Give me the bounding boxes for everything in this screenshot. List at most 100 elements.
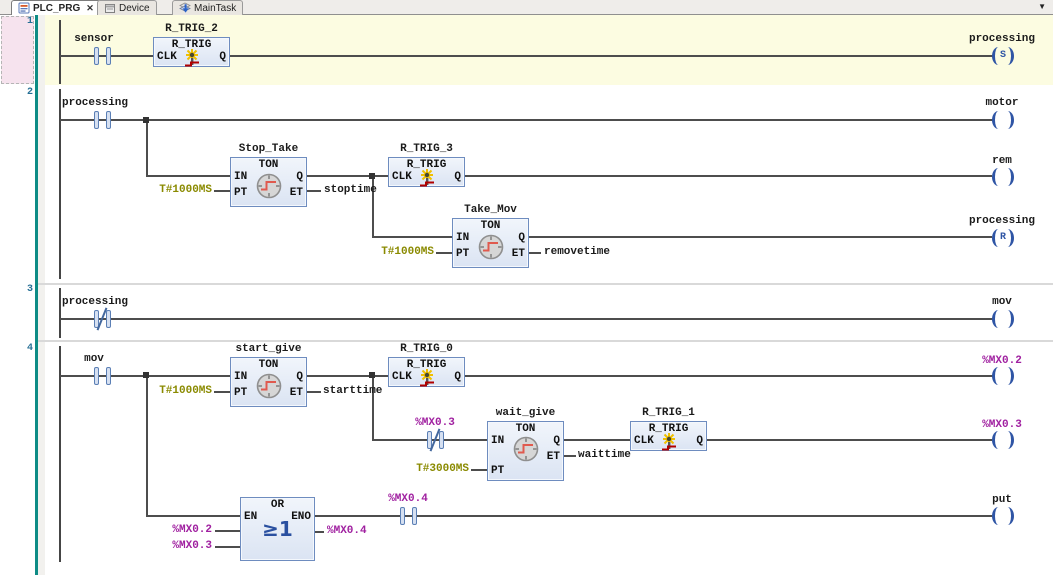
wire bbox=[214, 190, 230, 192]
wire bbox=[60, 119, 993, 121]
contact-bar bbox=[400, 507, 405, 525]
block-instance-name[interactable]: R_TRIG_3 bbox=[388, 143, 465, 155]
coil-label[interactable]: motor bbox=[952, 97, 1052, 109]
wire bbox=[146, 119, 148, 177]
coil-label[interactable]: mov bbox=[952, 296, 1052, 308]
time-literal[interactable]: T#1000MS bbox=[158, 385, 212, 397]
tab-overflow-button[interactable]: ▼ bbox=[1038, 2, 1046, 11]
tab-device[interactable]: Device bbox=[97, 0, 157, 15]
pin-in: IN bbox=[456, 232, 470, 244]
power-rail bbox=[59, 346, 61, 562]
wire bbox=[529, 236, 992, 238]
contact-label[interactable]: mov bbox=[62, 353, 126, 365]
et-variable[interactable]: waittime bbox=[578, 449, 638, 461]
timer-clock-icon bbox=[478, 234, 504, 260]
block-type-label: OR bbox=[270, 499, 285, 511]
et-variable[interactable]: removetime bbox=[544, 246, 619, 258]
contact-sensor[interactable] bbox=[94, 47, 111, 65]
rtrig-block-r-trig-0[interactable]: R_TRIG CLK Q bbox=[388, 357, 465, 387]
reset-coil-processing[interactable]: R bbox=[991, 229, 1015, 247]
block-instance-name[interactable]: start_give bbox=[230, 343, 307, 355]
or-input-2[interactable]: %MX0.3 bbox=[158, 540, 212, 552]
time-literal[interactable]: T#3000MS bbox=[415, 463, 469, 475]
block-instance-name[interactable]: Stop_Take bbox=[230, 143, 307, 155]
network-4-number[interactable]: 4 bbox=[0, 343, 33, 354]
coil-label[interactable]: %MX0.3 bbox=[952, 419, 1052, 431]
pin-q: Q bbox=[219, 51, 226, 63]
task-icon bbox=[179, 2, 191, 14]
contact-bar bbox=[94, 367, 99, 385]
coil-motor[interactable] bbox=[991, 111, 1015, 129]
wire bbox=[372, 236, 452, 238]
contact-label[interactable]: sensor bbox=[62, 33, 126, 45]
coil-arc bbox=[1001, 507, 1014, 525]
contact-label[interactable]: processing bbox=[62, 296, 128, 308]
rtrig-block-r-trig-3[interactable]: R_TRIG CLK Q bbox=[388, 157, 465, 187]
negated-contact-processing[interactable] bbox=[94, 307, 111, 331]
contact-mx0-4[interactable] bbox=[400, 507, 417, 525]
pin-q: Q bbox=[296, 171, 303, 183]
wire bbox=[471, 469, 487, 471]
contact-label[interactable]: %MX0.3 bbox=[400, 417, 470, 429]
coil-mx0-3[interactable] bbox=[991, 431, 1015, 449]
power-rail bbox=[59, 20, 61, 84]
power-rail bbox=[59, 89, 61, 279]
rtrig-block-r-trig-2[interactable]: R_TRIG CLK Q bbox=[153, 37, 230, 67]
tab-plc-prg[interactable]: PLC_PRG ✕ bbox=[11, 0, 101, 15]
coil-arc bbox=[1001, 367, 1014, 385]
block-instance-name[interactable]: R_TRIG_1 bbox=[630, 407, 707, 419]
block-instance-name[interactable]: Take_Mov bbox=[452, 204, 529, 216]
wire bbox=[60, 375, 993, 377]
tab-bar: PLC_PRG ✕ Device MainTask ▼ bbox=[0, 0, 1053, 15]
network-3-number[interactable]: 3 bbox=[0, 284, 33, 295]
wire bbox=[307, 391, 321, 393]
coil-mx0-2[interactable] bbox=[991, 367, 1015, 385]
coil-label[interactable]: processing bbox=[952, 215, 1052, 227]
tab-close-icon[interactable]: ✕ bbox=[86, 3, 94, 14]
block-instance-name[interactable]: wait_give bbox=[487, 407, 564, 419]
ton-block-start-give[interactable]: TON IN PT Q ET bbox=[230, 357, 307, 407]
et-variable[interactable]: starttime bbox=[323, 385, 388, 397]
block-instance-name[interactable]: R_TRIG_0 bbox=[388, 343, 465, 355]
gutter-strip bbox=[38, 15, 45, 575]
coil-label[interactable]: %MX0.2 bbox=[952, 355, 1052, 367]
set-coil-processing[interactable]: S bbox=[991, 47, 1015, 65]
wire bbox=[214, 391, 230, 393]
pin-et: ET bbox=[511, 248, 525, 260]
ton-block-stop-take[interactable]: TON IN PT Q ET bbox=[230, 157, 307, 207]
network-separator bbox=[38, 283, 1053, 285]
network-2-number[interactable]: 2 bbox=[0, 87, 33, 98]
ton-block-take-mov[interactable]: TON IN PT Q ET bbox=[452, 218, 529, 268]
or-block[interactable]: OR EN ENO ≥1 bbox=[240, 497, 315, 561]
negated-contact-mx0-3[interactable] bbox=[427, 428, 444, 452]
contact-mov[interactable] bbox=[94, 367, 111, 385]
contact-processing[interactable] bbox=[94, 111, 111, 129]
tab-maintask[interactable]: MainTask bbox=[172, 0, 244, 15]
rtrig-block-r-trig-1[interactable]: R_TRIG CLK Q bbox=[630, 421, 707, 451]
pin-in: IN bbox=[491, 435, 505, 447]
pin-in: IN bbox=[234, 171, 248, 183]
et-variable[interactable]: stoptime bbox=[324, 184, 388, 196]
coil-mov[interactable] bbox=[991, 310, 1015, 328]
coil-rem[interactable] bbox=[991, 168, 1015, 186]
coil-arc bbox=[1001, 310, 1014, 328]
power-rail bbox=[59, 288, 61, 338]
network-1-number[interactable]: 1 bbox=[0, 16, 33, 27]
or-output[interactable]: %MX0.4 bbox=[327, 525, 382, 537]
wire bbox=[564, 455, 576, 457]
coil-label[interactable]: put bbox=[952, 494, 1052, 506]
tab-label: PLC_PRG bbox=[33, 2, 81, 14]
ton-block-wait-give[interactable]: TON IN PT Q ET bbox=[487, 421, 564, 481]
coil-label[interactable]: rem bbox=[952, 155, 1052, 167]
contact-label[interactable]: %MX0.4 bbox=[373, 493, 443, 505]
contact-label[interactable]: processing bbox=[62, 97, 128, 109]
coil-put[interactable] bbox=[991, 507, 1015, 525]
block-instance-name[interactable]: R_TRIG_2 bbox=[153, 23, 230, 35]
timer-clock-icon bbox=[513, 436, 539, 462]
pin-pt: PT bbox=[234, 187, 248, 199]
time-literal[interactable]: T#1000MS bbox=[158, 184, 212, 196]
coil-label[interactable]: processing bbox=[952, 33, 1052, 45]
time-literal[interactable]: T#1000MS bbox=[380, 246, 434, 258]
pin-q: Q bbox=[296, 371, 303, 383]
or-input-1[interactable]: %MX0.2 bbox=[158, 524, 212, 536]
